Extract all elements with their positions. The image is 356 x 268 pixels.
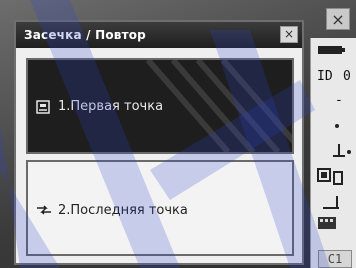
background-close-button[interactable]: × xyxy=(326,8,350,30)
dot-icon xyxy=(333,120,341,133)
close-icon: × xyxy=(331,10,345,29)
battery-icon xyxy=(317,44,347,59)
close-icon: × xyxy=(283,27,295,41)
side-dash-label: - xyxy=(335,93,343,108)
side-id-label: ID xyxy=(317,69,333,84)
arrow-link-icon xyxy=(36,204,52,219)
instrument-screen: × ID 0 - C1 Засечка / Повтор × 1.Первая … xyxy=(0,0,356,268)
target-icon xyxy=(331,142,353,161)
option-last-label: 2.Последняя точка xyxy=(58,203,188,218)
signal-icon xyxy=(321,194,343,213)
prism-icon xyxy=(317,168,347,189)
point-box-icon xyxy=(36,100,50,117)
resection-dialog: Засечка / Повтор × 1.Первая точка 2.Посл… xyxy=(14,20,304,265)
option-first-label: 1.Первая точка xyxy=(58,99,164,114)
option-first-point[interactable]: 1.Первая точка xyxy=(26,58,294,154)
option-last-point[interactable]: 2.Последняя точка xyxy=(26,160,294,256)
status-side-panel: ID 0 - xyxy=(310,38,356,268)
dialog-close-button[interactable]: × xyxy=(280,26,298,43)
keyboard-icon xyxy=(317,216,339,235)
side-zero-label: 0 xyxy=(343,69,351,84)
dialog-titlebar: Засечка / Повтор × xyxy=(16,22,302,48)
dialog-title: Засечка / Повтор xyxy=(24,28,146,42)
function-page-tag[interactable]: C1 xyxy=(318,250,352,268)
